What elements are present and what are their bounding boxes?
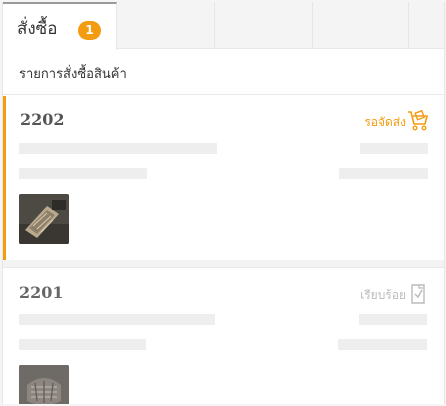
product-thumbnail[interactable] (19, 365, 69, 404)
tab-5[interactable] (409, 2, 444, 48)
product-thumbnail[interactable] (19, 194, 69, 244)
placeholder-line (19, 339, 146, 350)
tab-4[interactable] (313, 2, 409, 48)
placeholder-line (360, 143, 428, 154)
tab-2[interactable] (117, 2, 215, 48)
order-card[interactable]: 2201 เรียบร้อย (3, 267, 444, 404)
section-title: รายการสั่งซื้อสินค้า (19, 67, 127, 82)
order-status: รอจัดส่ง (364, 115, 406, 129)
order-id: 2202 (20, 110, 65, 129)
order-id: 2201 (19, 283, 64, 302)
orders-panel: สั่งซื้อ 1 รายการสั่งซื้อสินค้า 2202 รอจ… (2, 2, 445, 404)
tab-3[interactable] (215, 2, 313, 48)
placeholder-line (339, 168, 428, 179)
placeholder-line (19, 314, 215, 325)
tab-bar: สั่งซื้อ 1 (3, 2, 444, 50)
order-status: เรียบร้อย (360, 288, 406, 302)
delivery-cart-icon (408, 109, 429, 131)
tab-orders-label: สั่งซื้อ (17, 19, 58, 39)
tab-orders[interactable]: สั่งซื้อ 1 (3, 2, 117, 50)
order-card[interactable]: 2202 รอจัดส่ง (3, 96, 444, 260)
placeholder-line (338, 339, 427, 350)
order-count-badge: 1 (78, 21, 101, 40)
check-document-icon (411, 284, 425, 304)
placeholder-line (19, 168, 147, 179)
placeholder-line (359, 314, 427, 325)
placeholder-line (19, 143, 217, 154)
card-separator (3, 260, 444, 267)
section-divider (3, 94, 444, 95)
